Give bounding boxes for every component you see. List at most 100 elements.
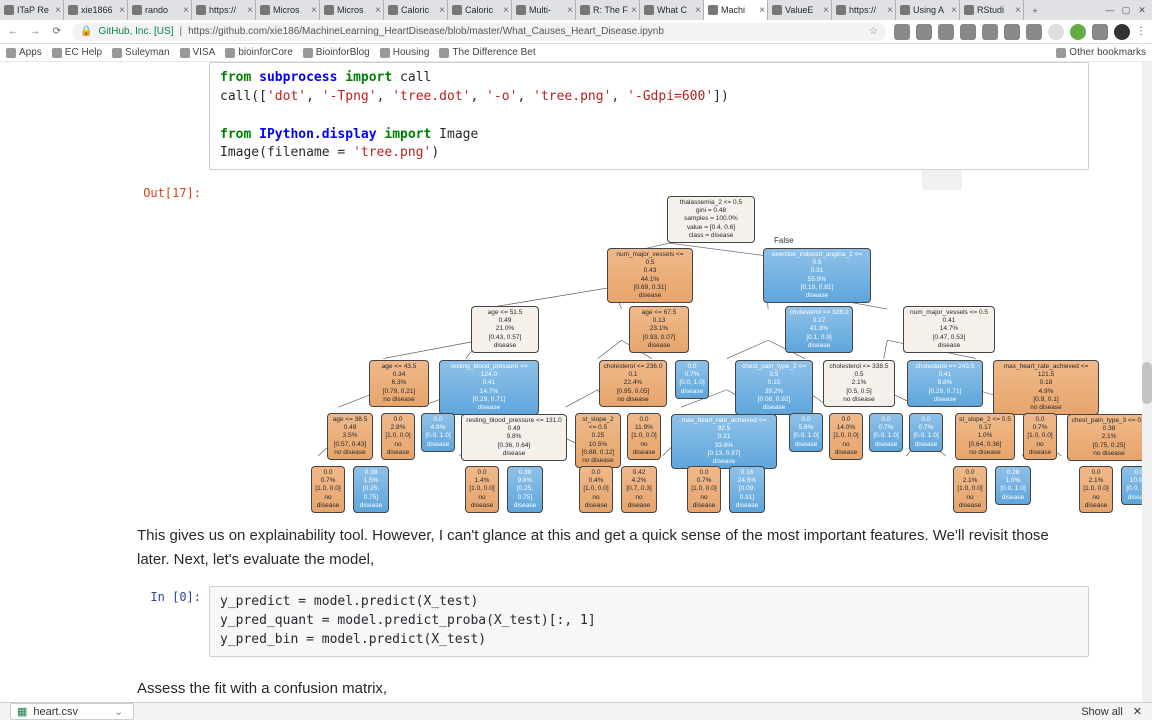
menu-icon[interactable]: ⋮: [1136, 26, 1146, 37]
browser-tab[interactable]: rando×: [128, 0, 192, 20]
close-icon[interactable]: ✕: [1133, 705, 1142, 718]
browser-tab[interactable]: Caloric×: [384, 0, 448, 20]
scrollbar-thumb[interactable]: [1142, 362, 1152, 404]
bookmark-item[interactable]: bioinforCore: [225, 47, 292, 58]
forward-icon[interactable]: →: [28, 25, 42, 39]
tab-title: Multi-: [529, 5, 551, 15]
download-filename: heart.csv: [33, 706, 78, 718]
star-icon[interactable]: ☆: [869, 26, 878, 37]
scrollbar-track[interactable]: [1142, 62, 1152, 702]
tree-node: resting_blood_pressure <= 131.0 0.49 9.8…: [461, 414, 567, 461]
tree-node: 0.0 0.7% [1.0, 0.0] no disease: [1023, 413, 1057, 460]
tab-title: What C: [657, 5, 687, 15]
browser-tab[interactable]: Machi×: [704, 0, 768, 20]
download-chip[interactable]: ▦ heart.csv ⌄: [10, 703, 134, 720]
tab-title: ValueE: [785, 5, 813, 15]
browser-tab[interactable]: Multi- ×: [512, 0, 576, 20]
close-icon[interactable]: ×: [887, 5, 893, 16]
browser-tab[interactable]: xie1866×: [64, 0, 128, 20]
new-tab-button[interactable]: +: [1024, 0, 1046, 22]
tree-node: 0.0 1.4% [1.0, 0.0] no disease: [465, 466, 499, 513]
close-icon[interactable]: ×: [311, 5, 317, 16]
tab-title: https://: [209, 5, 236, 15]
ext-icon[interactable]: [982, 24, 998, 40]
tab-title: Using A: [913, 5, 944, 15]
browser-tab[interactable]: ValueE ×: [768, 0, 832, 20]
ext-icon[interactable]: [1004, 24, 1020, 40]
close-icon[interactable]: ×: [247, 5, 253, 16]
ext-icon[interactable]: [1070, 24, 1086, 40]
ext-icon[interactable]: [1048, 24, 1064, 40]
favicon-icon: [68, 5, 78, 15]
browser-tab[interactable]: ITaP Re×: [0, 0, 64, 20]
omnibox[interactable]: 🔒 GitHub, Inc. [US] | https://github.com…: [72, 23, 886, 41]
code-cell[interactable]: from subprocess import call call(['dot',…: [209, 62, 1089, 170]
browser-tab[interactable]: https:// ×: [832, 0, 896, 20]
favicon-icon: [772, 5, 782, 15]
tree-node: 0.0 0.7% [1.0, 0.0] no disease: [687, 466, 721, 513]
close-icon[interactable]: ✕: [1136, 4, 1148, 16]
lock-icon: 🔒: [80, 26, 92, 37]
bookmark-item[interactable]: EC Help: [52, 47, 102, 58]
maximize-icon[interactable]: ▢: [1120, 4, 1132, 16]
bookmark-item[interactable]: VISA: [180, 47, 216, 58]
reload-icon[interactable]: ⟳: [50, 25, 64, 39]
show-all-downloads[interactable]: Show all: [1081, 706, 1123, 718]
site-identity: GitHub, Inc. [US]: [98, 26, 173, 37]
bookmark-item[interactable]: The Difference Bet: [439, 47, 535, 58]
page-content[interactable]: from subprocess import call call(['dot',…: [0, 62, 1152, 702]
ext-icon[interactable]: [938, 24, 954, 40]
tree-node: chest_pain_type_2 <= 0.5 0.15 39.2% [0.0…: [735, 360, 813, 415]
profile-avatar[interactable]: [1114, 24, 1130, 40]
favicon-icon: [644, 5, 654, 15]
chevron-down-icon[interactable]: ⌄: [114, 705, 123, 718]
browser-tab[interactable]: https:// ×: [192, 0, 256, 20]
close-icon[interactable]: ×: [759, 5, 765, 16]
close-icon[interactable]: ×: [823, 5, 829, 16]
other-bookmarks[interactable]: Other bookmarks: [1056, 47, 1146, 58]
close-icon[interactable]: ×: [503, 5, 509, 16]
tree-node: exercise_induced_angina_1 <= 0.5 0.31 55…: [763, 248, 871, 303]
bookmark-item[interactable]: Housing: [380, 47, 430, 58]
bookmark-item[interactable]: BioinforBlog: [303, 47, 370, 58]
browser-tab[interactable]: R: The F×: [576, 0, 640, 20]
file-icon: ▦: [17, 705, 27, 718]
close-icon[interactable]: ×: [567, 5, 573, 16]
ext-icon[interactable]: [1026, 24, 1042, 40]
tree-node: cholesterol <= 328.0 0.17 41.3% [0.1, 0.…: [785, 306, 853, 353]
close-icon[interactable]: ×: [183, 5, 189, 16]
tree-node: age <= 43.5 0.34 6.3% [0.79, 0.21] no di…: [369, 360, 429, 407]
tree-node: 0.0 0.7% [0.0, 1.0] disease: [675, 360, 709, 399]
close-icon[interactable]: ×: [119, 5, 125, 16]
browser-tab[interactable]: Using A ×: [896, 0, 960, 20]
url-text: https://github.com/xie186/MachineLearnin…: [188, 26, 664, 37]
close-icon[interactable]: ×: [695, 5, 701, 16]
ext-icon[interactable]: [916, 24, 932, 40]
favicon-icon: [452, 5, 462, 15]
close-icon[interactable]: ×: [1015, 5, 1021, 16]
favicon-icon: [516, 5, 526, 15]
favicon-icon: [900, 5, 910, 15]
close-icon[interactable]: ×: [375, 5, 381, 16]
browser-tab[interactable]: What C ×: [640, 0, 704, 20]
minimize-icon[interactable]: —: [1104, 4, 1116, 16]
tree-node: max_heart_rate_achieved <= 92.5 0.21 33.…: [671, 414, 777, 469]
bookmark-item[interactable]: Suleyman: [112, 47, 169, 58]
close-icon[interactable]: ×: [55, 5, 61, 16]
ext-icon[interactable]: [1092, 24, 1108, 40]
browser-tab[interactable]: Micros×: [256, 0, 320, 20]
close-icon[interactable]: ×: [951, 5, 957, 16]
tab-title: https://: [849, 5, 876, 15]
browser-tab[interactable]: Micros×: [320, 0, 384, 20]
code-cell[interactable]: y_predict = model.predict(X_test) y_pred…: [209, 586, 1089, 657]
browser-tab[interactable]: Caloric×: [448, 0, 512, 20]
back-icon[interactable]: ←: [6, 25, 20, 39]
decision-tree-output: True False thalassemia_2 <= 0.5 gini = 0…: [209, 188, 1089, 498]
ext-icon[interactable]: [894, 24, 910, 40]
apps-button[interactable]: Apps: [6, 47, 42, 58]
close-icon[interactable]: ×: [439, 5, 445, 16]
tree-node: cholesterol <= 243.5 0.41 9.8% [0.29, 0.…: [907, 360, 983, 407]
close-icon[interactable]: ×: [631, 5, 637, 16]
browser-tab[interactable]: RStudi×: [960, 0, 1024, 20]
ext-icon[interactable]: [960, 24, 976, 40]
